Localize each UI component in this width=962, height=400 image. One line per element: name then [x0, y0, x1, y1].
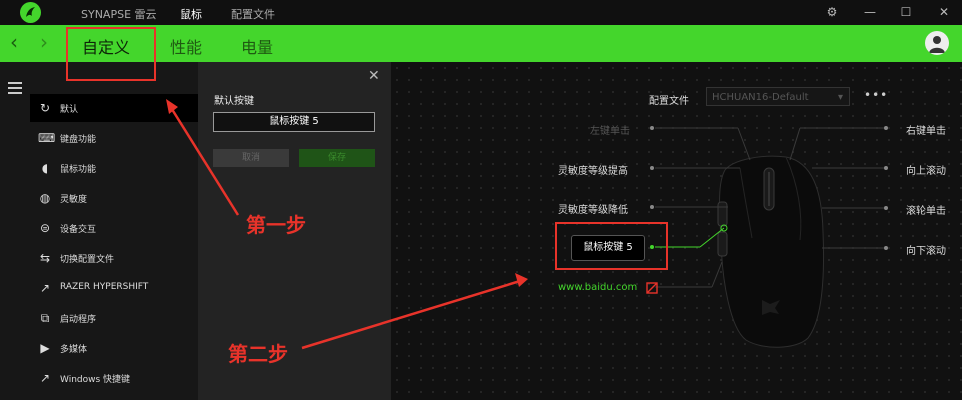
button-label-wheel-click[interactable]: 滚轮单击 [906, 202, 946, 217]
annotation-step-two: 第二步 [228, 342, 288, 366]
annotation-box-customize-tab [66, 27, 156, 81]
annotation-box-selected-button [555, 222, 668, 270]
button-label-scroll-down[interactable]: 向下滚动 [906, 242, 946, 257]
button-label-scroll-up[interactable]: 向上滚动 [906, 162, 946, 177]
button-label-right-click[interactable]: 右键单击 [906, 122, 946, 137]
button-label-website-link[interactable]: www.baidu.com [558, 282, 637, 293]
chevron-down-icon: ▾ [837, 92, 843, 103]
button-label-sensitivity-up[interactable]: 灵敏度等级提高 [558, 162, 628, 177]
profile-select[interactable]: HCHUAN16-Default ▾ [706, 87, 850, 106]
disabled-icon [646, 282, 658, 294]
button-label-left-click[interactable]: 左键单击 [590, 122, 630, 137]
profile-select-value: HCHUAN16-Default [712, 92, 809, 103]
more-options-icon[interactable]: ••• [864, 88, 888, 102]
annotation-step-one: 第一步 [246, 213, 306, 237]
profile-label: 配置文件 [649, 96, 689, 107]
button-label-sensitivity-down[interactable]: 灵敏度等级降低 [558, 201, 628, 216]
